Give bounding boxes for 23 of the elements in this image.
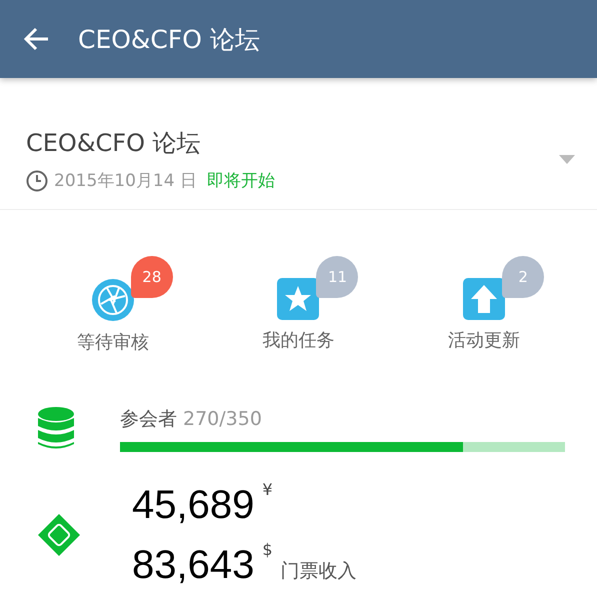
count-badge: 2 (502, 256, 544, 298)
shortcut-button[interactable]: 等待审核 28 (48, 246, 178, 366)
revenue-caption: 门票收入 (280, 559, 357, 584)
upload-icon (463, 278, 506, 320)
shortcut-button[interactable]: 活动更新 2 (419, 246, 550, 366)
database-icon (38, 407, 74, 451)
ticket-icon (36, 512, 82, 558)
aperture-icon (90, 278, 135, 322)
event-title: CEO&CFO 论坛 (26, 128, 202, 159)
clock-icon (26, 170, 48, 192)
event-status: 即将开始 (206, 170, 275, 192)
count-badge: 28 (130, 256, 173, 298)
revenue-amount: 45,689 (132, 482, 254, 529)
app-bar-title: CEO&CFO 论坛 (78, 24, 260, 56)
attendees-label: 参会者 (120, 407, 177, 432)
currency-symbol: $ (262, 540, 273, 559)
shortcut-button[interactable]: 我的任务 11 (233, 246, 364, 366)
back-icon[interactable] (24, 27, 50, 51)
revenue-amount: 83,643 (132, 542, 254, 589)
count-badge: 11 (316, 256, 358, 298)
currency-symbol: ¥ (262, 480, 273, 499)
event-date: 2015年10月14 日 (54, 170, 197, 192)
attendees-count: 270/350 (183, 408, 262, 430)
